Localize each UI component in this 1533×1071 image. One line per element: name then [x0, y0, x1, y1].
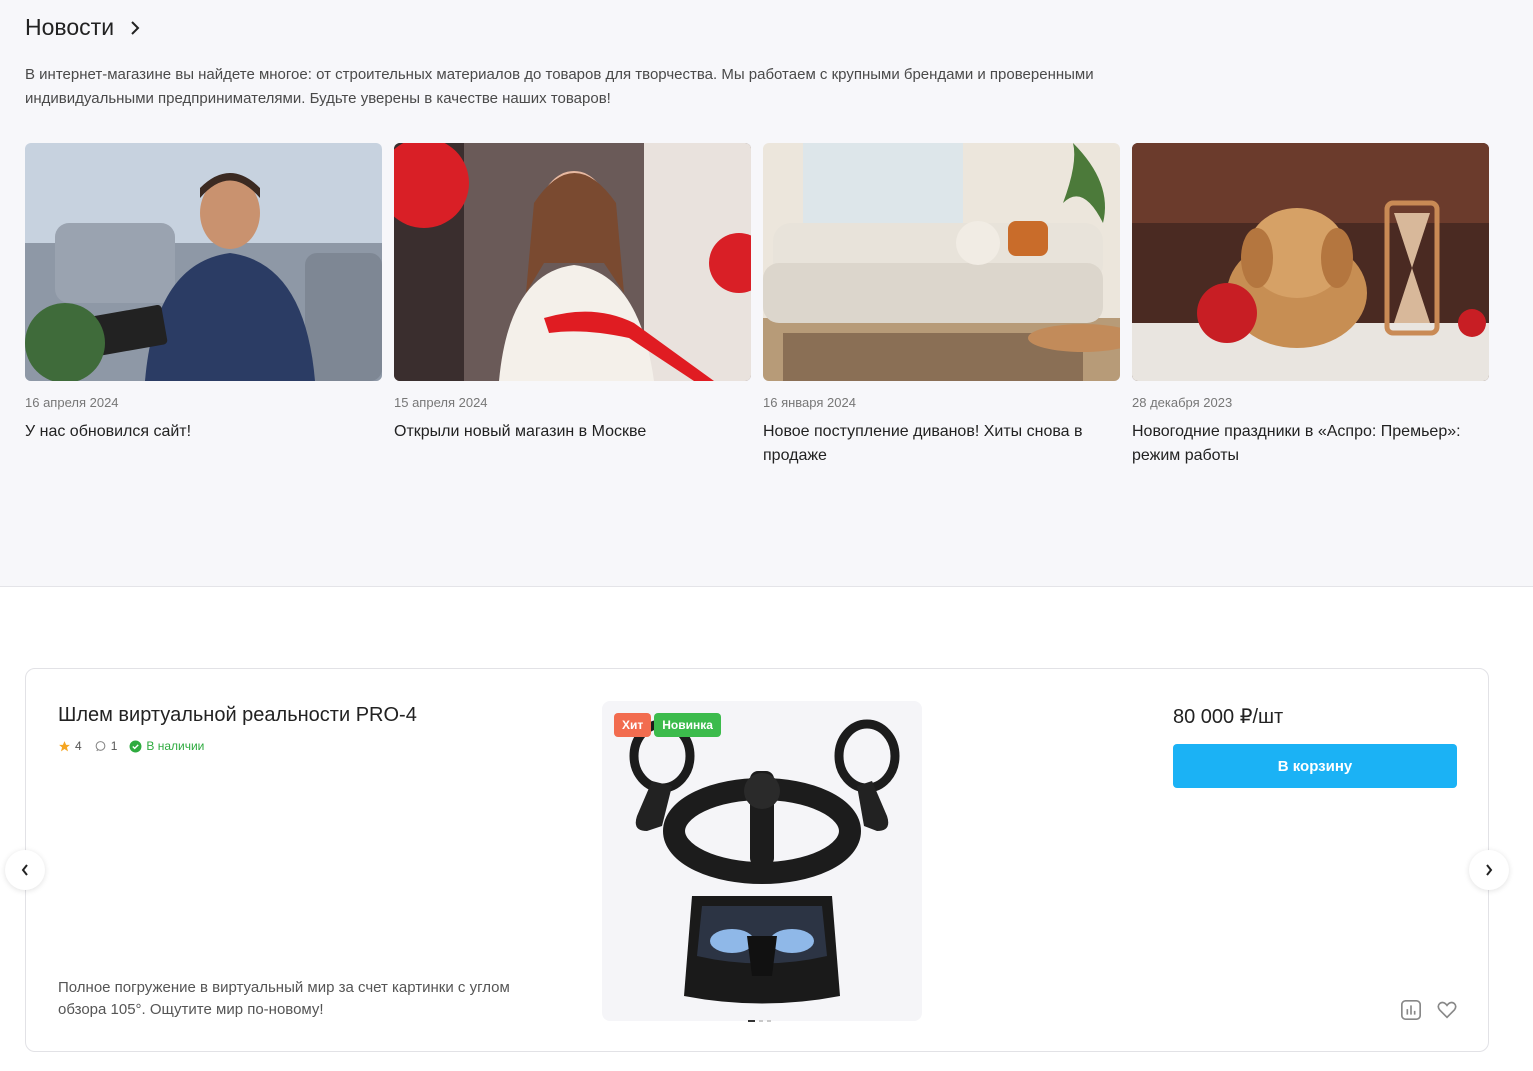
pagination-dot[interactable]: [767, 1020, 771, 1022]
news-card-title[interactable]: Новое поступление диванов! Хиты снова в …: [763, 420, 1120, 468]
carousel-next-button[interactable]: [1469, 850, 1509, 890]
product-card: Шлем виртуальной реальности PRO-4 4 1 В …: [25, 668, 1489, 1052]
product-price: 80 000 ₽/шт: [1173, 706, 1284, 728]
rating-value: 4: [75, 739, 82, 753]
image-pagination: [748, 1020, 771, 1022]
news-date: 15 апреля 2024: [394, 395, 488, 410]
badges: Хит Новинка: [614, 713, 721, 737]
badge-new: Новинка: [654, 713, 721, 737]
product-description: Полное погружение в виртуальный мир за с…: [58, 979, 510, 1018]
chevron-right-icon: [1486, 864, 1493, 876]
news-card[interactable]: 16 января 2024 Новое поступление диванов…: [763, 143, 1120, 468]
news-card[interactable]: 16 апреля 2024 У нас обновился сайт!: [25, 143, 382, 444]
stock-status: В наличии: [129, 739, 204, 753]
product-title[interactable]: Шлем виртуальной реальности PRO-4: [58, 704, 417, 727]
compare-icon[interactable]: [1400, 999, 1422, 1021]
news-image: [763, 143, 1120, 381]
heart-icon[interactable]: [1436, 999, 1458, 1021]
news-card-title[interactable]: У нас обновился сайт!: [25, 420, 382, 444]
badge-hit: Хит: [614, 713, 652, 737]
reviews-count: 1: [110, 739, 118, 753]
add-to-cart-button[interactable]: В корзину: [1173, 744, 1457, 788]
news-card[interactable]: 15 апреля 2024 Открыли новый магазин в М…: [394, 143, 751, 444]
pagination-dot[interactable]: [748, 1020, 755, 1022]
news-image: [25, 143, 382, 381]
news-card-title[interactable]: Новогодние праздники в «Аспро: Премьер»:…: [1132, 420, 1489, 468]
product-image[interactable]: Хит Новинка: [602, 701, 922, 1021]
news-date: 28 декабря 2023: [1132, 395, 1233, 410]
news-date: 16 января 2024: [763, 395, 856, 410]
news-date: 16 апреля 2024: [25, 395, 119, 410]
news-card-title[interactable]: Открыли новый магазин в Москве: [394, 420, 751, 444]
news-title: Новости: [25, 14, 115, 40]
news-image: [1132, 143, 1489, 381]
news-section: Новости В интернет-магазине вы найдете м…: [0, 0, 1533, 587]
news-description: В интернет-магазине вы найдете многое: о…: [25, 66, 1094, 107]
check-circle-icon: [129, 740, 142, 752]
news-header-link[interactable]: Новости: [25, 14, 140, 41]
chevron-left-icon: [21, 864, 28, 876]
chevron-right-icon: [131, 20, 140, 35]
vr-headset-image: [629, 719, 900, 1004]
pagination-dot[interactable]: [759, 1020, 763, 1022]
stock-label: В наличии: [146, 739, 205, 753]
reviews[interactable]: 1: [94, 739, 118, 753]
comment-icon: [95, 740, 106, 751]
news-card[interactable]: 28 декабря 2023 Новогодние праздники в «…: [1132, 143, 1489, 468]
carousel-prev-button[interactable]: [5, 850, 45, 890]
product-meta: 4 1 В наличии: [58, 739, 216, 753]
rating: 4: [58, 739, 82, 753]
news-image: [394, 143, 751, 381]
star-icon: [59, 740, 70, 751]
